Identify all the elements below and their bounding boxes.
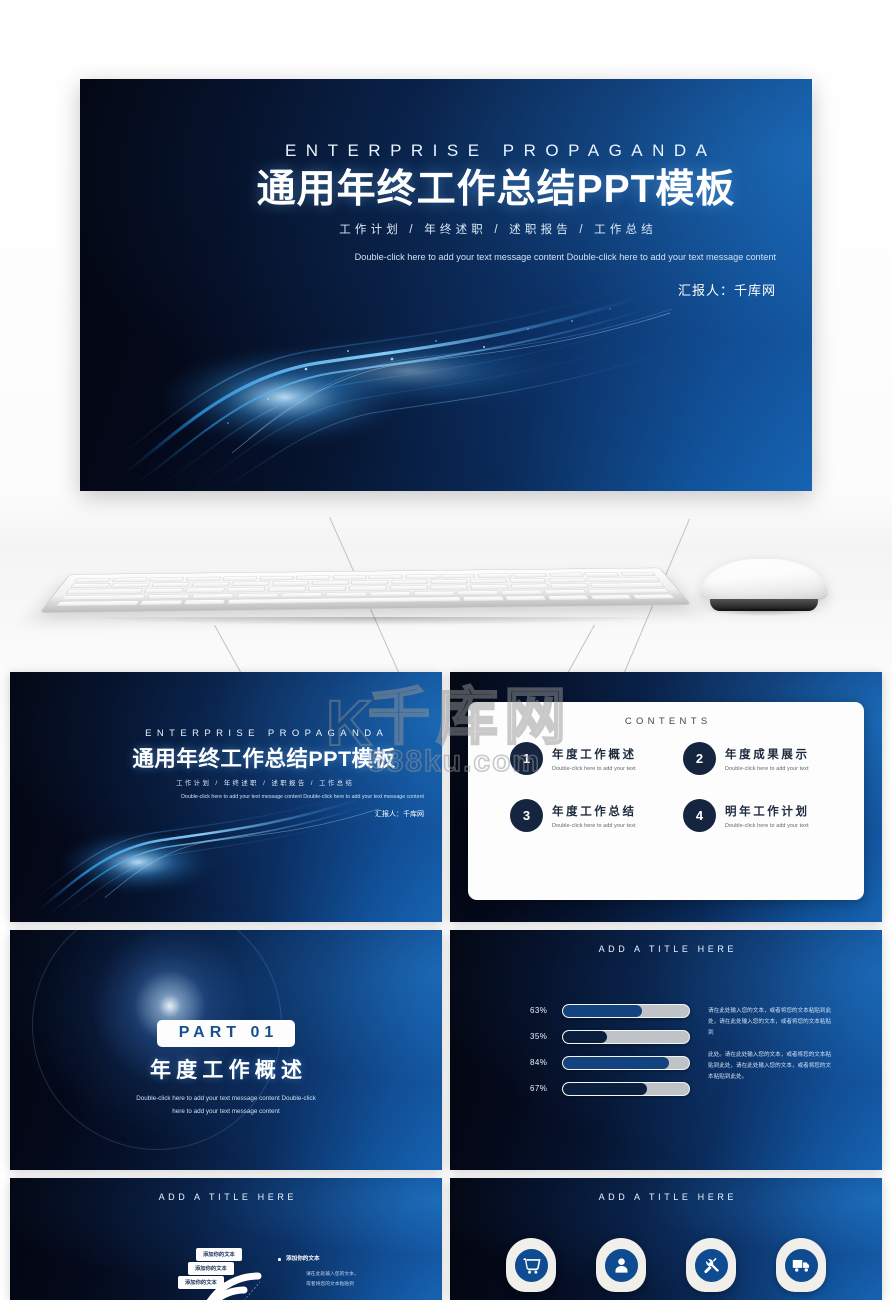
thumb1-body-text: Double-click here to add your text messa… xyxy=(174,793,424,802)
progress-row-4: 67% xyxy=(530,1080,690,1097)
progress-label-2: 35% xyxy=(530,1032,562,1041)
contents-number-4: 4 xyxy=(683,799,716,832)
delivery-truck-icon xyxy=(783,1247,820,1284)
progress-label-3: 84% xyxy=(530,1058,562,1067)
hero-text-block: ENTERPRISE PROPAGANDA 通用年终工作总结PPT模板 工作计划… xyxy=(216,141,776,299)
thumb1-author: 汇报人：千库网 xyxy=(104,809,424,819)
thumb1-subtitle: 工作计划 / 年终述职 / 述职报告 / 工作总结 xyxy=(104,778,424,787)
thumbnail-slide-fanchart[interactable]: ADD A TITLE HERE 添加你的文本 添加你的文本 添加你的文本 添加… xyxy=(10,1178,442,1300)
progress-row-3: 84% xyxy=(530,1054,690,1071)
progress-label-4: 67% xyxy=(530,1084,562,1093)
contents-sub-4: Double-click here to add your text xyxy=(725,823,810,829)
contents-item-2[interactable]: 2 年度成果展示 Double-click here to add your t… xyxy=(683,742,838,775)
hero-title: 通用年终工作总结PPT模板 xyxy=(216,168,776,212)
hero-body-text: Double-click here to add your text messa… xyxy=(346,249,776,265)
section-title: 年度工作概述 xyxy=(10,1054,442,1084)
progress-fill-1 xyxy=(563,1005,642,1017)
contents-grid: 1 年度工作概述 Double-click here to add your t… xyxy=(510,742,838,832)
contents-item-4[interactable]: 4 明年工作计划 Double-click here to add your t… xyxy=(683,799,838,832)
fanchart-bullet-dot xyxy=(278,1258,281,1261)
thumbnail-slide-contents[interactable]: CONTENTS 1 年度工作概述 Double-click here to a… xyxy=(450,672,882,922)
icon-badge-1[interactable] xyxy=(506,1238,556,1292)
progress-row-2: 35% xyxy=(530,1028,690,1045)
shopping-cart-icon xyxy=(513,1247,550,1284)
section-pill: PART 01 xyxy=(157,1020,296,1047)
thumb1-title: 通用年终工作总结PPT模板 xyxy=(104,742,424,773)
progress-track-2 xyxy=(562,1030,690,1044)
progress-slide-title: ADD A TITLE HERE xyxy=(450,930,882,954)
icon-badge-2[interactable] xyxy=(596,1238,646,1292)
icon-badge-4[interactable] xyxy=(776,1238,826,1292)
contents-heading: CONTENTS xyxy=(468,716,864,727)
progress-fill-2 xyxy=(563,1031,607,1043)
thumbnail-slide-icons[interactable]: ADD A TITLE HERE xyxy=(450,1178,882,1300)
hero-subtitle: 工作计划 / 年终述职 / 述职报告 / 工作总结 xyxy=(216,221,776,237)
progress-body-text: 请在此处输入您的文本，或者将您的文本粘贴到此处，请在此处输入您的文本，或者将您的… xyxy=(708,1006,836,1082)
fanchart-tag-3: 添加你的文本 xyxy=(178,1276,224,1289)
contents-title-3: 年度工作总结 xyxy=(552,803,637,819)
icon-badge-3[interactable] xyxy=(686,1238,736,1292)
fanchart-bullet-line-1: 请在此处输入您的文本， xyxy=(306,1271,359,1280)
progress-track-1 xyxy=(562,1004,690,1018)
thumbnail-slide-cover[interactable]: ENTERPRISE PROPAGANDA 通用年终工作总结PPT模板 工作计划… xyxy=(10,672,442,922)
mouse-mockup xyxy=(700,559,828,615)
contents-number-3: 3 xyxy=(510,799,543,832)
progress-bar-list: 63% 35% 84% 67% xyxy=(530,1002,690,1106)
contents-number-2: 2 xyxy=(683,742,716,775)
progress-track-4 xyxy=(562,1082,690,1096)
keyboard-mockup xyxy=(58,555,678,623)
iconslide-title: ADD A TITLE HERE xyxy=(450,1178,882,1202)
progress-fill-4 xyxy=(563,1083,647,1095)
icon-row xyxy=(450,1238,882,1292)
progress-row-1: 63% xyxy=(530,1002,690,1019)
fanchart-tag-2: 添加你的文本 xyxy=(188,1262,234,1275)
device-mockup-area xyxy=(0,525,892,655)
hero-eyebrow: ENTERPRISE PROPAGANDA xyxy=(216,141,776,161)
fanchart-tag-1: 添加你的文本 xyxy=(196,1248,242,1261)
section-text-block: PART 01 年度工作概述 Double-click here to add … xyxy=(10,1020,442,1119)
fanchart-bullet-line-2: 或者将您的文本粘贴到 xyxy=(306,1281,354,1290)
thumbnail-slide-progress[interactable]: ADD A TITLE HERE 63% 35% 84% 67% 请在此处输入您… xyxy=(450,930,882,1170)
fanchart-bullet-title: 添加你的文本 xyxy=(286,1254,320,1262)
contents-sub-3: Double-click here to add your text xyxy=(552,823,637,829)
contents-item-3[interactable]: 3 年度工作总结 Double-click here to add your t… xyxy=(510,799,665,832)
progress-fill-3 xyxy=(563,1057,669,1069)
section-body-text: Double-click here to add your text messa… xyxy=(136,1093,316,1119)
progress-track-3 xyxy=(562,1056,690,1070)
hero-author: 汇报人：千库网 xyxy=(216,280,776,299)
page-canvas: ENTERPRISE PROPAGANDA 通用年终工作总结PPT模板 工作计划… xyxy=(0,0,892,1300)
thumb1-eyebrow: ENTERPRISE PROPAGANDA xyxy=(104,728,424,739)
hero-slide: ENTERPRISE PROPAGANDA 通用年终工作总结PPT模板 工作计划… xyxy=(80,79,812,491)
contents-item-1[interactable]: 1 年度工作概述 Double-click here to add your t… xyxy=(510,742,665,775)
contents-sub-1: Double-click here to add your text xyxy=(552,766,637,772)
progress-label-1: 63% xyxy=(530,1006,562,1015)
contents-sub-2: Double-click here to add your text xyxy=(725,766,810,772)
user-icon xyxy=(603,1247,640,1284)
tools-icon xyxy=(693,1247,730,1284)
thumbnail-slide-section[interactable]: PART 01 年度工作概述 Double-click here to add … xyxy=(10,930,442,1170)
contents-title-2: 年度成果展示 xyxy=(725,746,810,762)
progress-paragraph-2: 此处。请在此处输入您的文本，或者将您的文本粘贴到此处，请在此处输入您的文本，或者… xyxy=(708,1050,836,1083)
contents-number-1: 1 xyxy=(510,742,543,775)
contents-title-1: 年度工作概述 xyxy=(552,746,637,762)
contents-title-4: 明年工作计划 xyxy=(725,803,810,819)
progress-paragraph-1: 请在此处输入您的文本，或者将您的文本粘贴到此处，请在此处输入您的文本，或者将您的… xyxy=(708,1006,836,1039)
contents-card: CONTENTS 1 年度工作概述 Double-click here to a… xyxy=(468,702,864,900)
thumb1-text-block: ENTERPRISE PROPAGANDA 通用年终工作总结PPT模板 工作计划… xyxy=(104,728,424,819)
fanchart-slide-title: ADD A TITLE HERE xyxy=(10,1178,442,1202)
